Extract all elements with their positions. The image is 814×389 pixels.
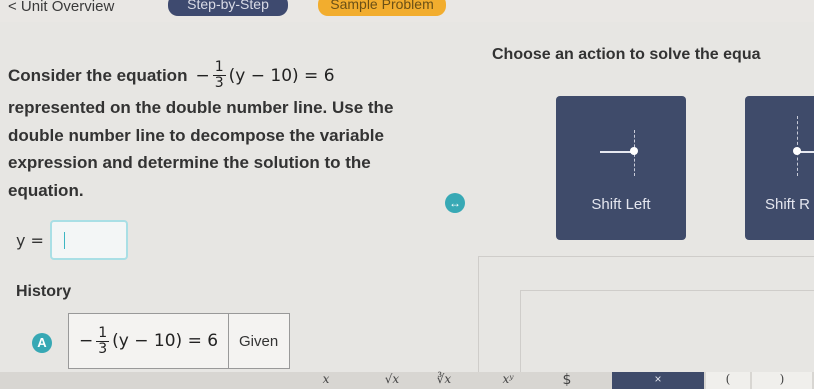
swap-arrows-icon[interactable]: ↔ (445, 193, 465, 213)
history-title: History (16, 283, 72, 300)
shift-left-label: Shift Left (591, 196, 651, 213)
fraction-denominator: 3 (214, 75, 224, 91)
key-close-paren[interactable]: ) (752, 372, 812, 389)
action-heading: Choose an action to solve the equa (492, 46, 761, 63)
answer-row: y = (16, 220, 128, 260)
key-backspace[interactable]: × (612, 372, 704, 389)
key-fraction[interactable]: x (312, 372, 340, 389)
tab-step-by-step[interactable]: Step-by-Step (168, 0, 288, 16)
shift-right-button[interactable]: Shift R (745, 96, 814, 240)
number-line-point (630, 147, 638, 155)
question-intro: Consider the equation − 1 3 (y − 10) = 6 (8, 60, 335, 91)
question-equation: − 1 3 (y − 10) = 6 (195, 60, 334, 91)
panel-divider (478, 256, 479, 372)
key-square-root[interactable]: √x (374, 372, 410, 389)
unit-overview-link[interactable]: < Unit Overview (8, 0, 114, 15)
history-equation-rest: (y − 10) = 6 (112, 331, 219, 351)
number-line-tick (797, 116, 798, 176)
top-bar: < Unit Overview Step-by-Step Sample Prob… (0, 0, 814, 22)
history-reason-cell: Given (239, 332, 279, 350)
history-fraction-denominator: 3 (98, 340, 108, 357)
equation-sign: − (195, 65, 210, 86)
history-equation-fraction: 1 3 (96, 324, 110, 357)
number-line-point (793, 147, 801, 155)
shift-left-button[interactable]: Shift Left (556, 96, 686, 240)
key-dollar[interactable]: $ (552, 372, 582, 389)
panel-divider (520, 290, 521, 372)
shift-right-label: Shift R (765, 196, 811, 213)
answer-variable-label: y = (16, 230, 44, 250)
key-open-paren[interactable]: ( (706, 372, 750, 389)
question-intro-text: Consider the equation (8, 65, 188, 85)
key-cube-root[interactable]: ∛x (426, 372, 462, 389)
panel-divider (478, 256, 814, 257)
tab-sample-problem[interactable]: Sample Problem (318, 0, 446, 16)
panel-divider (520, 290, 814, 291)
history-equation: − 1 3 (y − 10) = 6 (79, 324, 219, 357)
equation-fraction: 1 3 (212, 59, 226, 91)
text-caret (63, 232, 66, 249)
key-exponent[interactable]: xʸ (494, 372, 522, 389)
history-table: − 1 3 (y − 10) = 6 Given (68, 313, 290, 369)
arrow-left-number-line-icon (600, 151, 634, 153)
equation-rest: (y − 10) = 6 (228, 65, 335, 86)
answer-input[interactable] (49, 220, 128, 260)
history-step-badge: A (32, 333, 52, 353)
question-body: represented on the double number line. U… (8, 98, 394, 200)
history-fraction-numerator: 1 (96, 324, 110, 342)
history-equation-cell: − 1 3 (y − 10) = 6 (69, 314, 229, 368)
fraction-numerator: 1 (212, 59, 226, 76)
history-equation-sign: − (79, 331, 94, 351)
